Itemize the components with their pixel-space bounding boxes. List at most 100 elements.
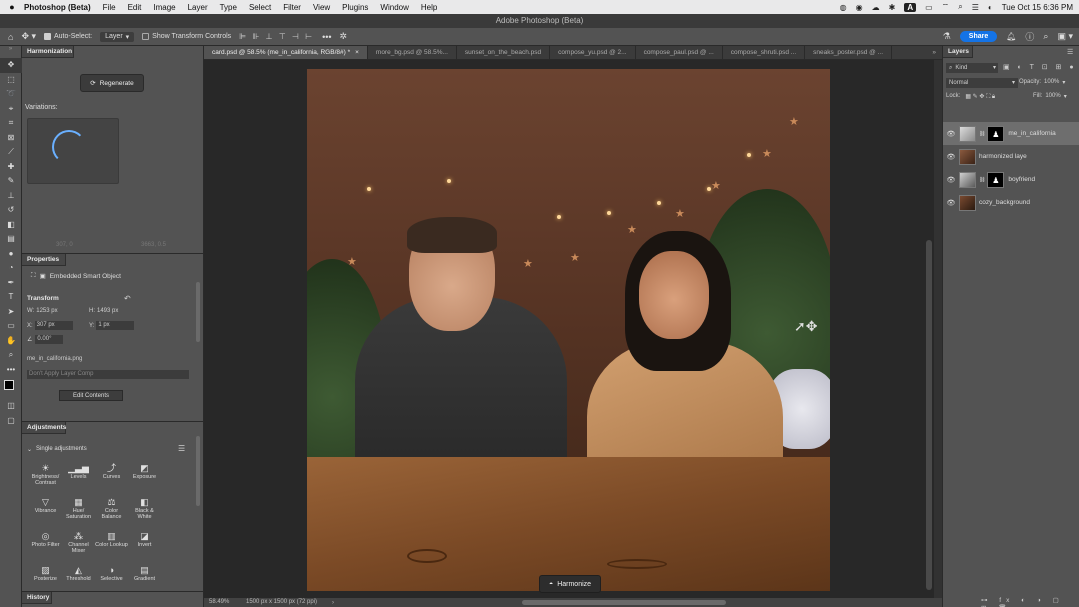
transform-controls-checkbox[interactable] [142, 33, 150, 40]
list-view-icon[interactable]: ☰ [178, 444, 185, 453]
bell-icon[interactable]: 🔔︎ [1006, 32, 1016, 41]
type-tool-icon[interactable]: T [0, 290, 22, 305]
foreground-color[interactable] [4, 380, 14, 390]
layer-comp-select[interactable]: Don't Apply Layer Comp [27, 370, 189, 379]
harmonize-button[interactable]: ◓ Harmonize [539, 575, 601, 593]
panel-menu-icon[interactable]: ☰ [1067, 48, 1073, 56]
adj-exposure[interactable]: ◩ Exposure [128, 462, 161, 496]
workspace-icon[interactable]: ▣ ▾ [1057, 31, 1073, 42]
wifi-icon[interactable]: ⌔ [942, 2, 950, 12]
home-icon[interactable]: ⌂ [8, 32, 13, 42]
opacity-field[interactable]: 100% [1044, 79, 1059, 86]
layer-row-me-in-california[interactable]: 👁︎ ⛓ ♟ me_in_california [943, 122, 1079, 145]
menu-image[interactable]: Image [153, 3, 175, 12]
document-size[interactable]: 1500 px x 1500 px (72 ppi) [246, 598, 317, 607]
status-chevron-icon[interactable]: › [332, 599, 334, 607]
settings-gear-icon[interactable]: ✲ [340, 31, 348, 42]
eye-icon[interactable]: 👁︎ [943, 130, 959, 138]
creative-cloud-icon[interactable]: ◍ [840, 3, 847, 12]
edit-contents-button[interactable]: Edit Contents [59, 390, 123, 401]
flask-icon[interactable]: ⚗ [943, 31, 951, 42]
lock-icons[interactable]: ▦ ✎ ✥ ⛶ 🔒︎ [965, 93, 995, 101]
tab-compose-paul[interactable]: compose_paul.psd @ ... [636, 46, 723, 59]
adj-photo-filter[interactable]: ◎ Photo Filter [29, 530, 62, 564]
spotlight-icon[interactable]: ⌕ [958, 2, 962, 12]
chevron-down-icon[interactable]: ▾ [1064, 93, 1067, 100]
pen-tool-icon[interactable]: ✒ [0, 276, 22, 291]
brush-tool-icon[interactable]: ✎ [0, 174, 22, 189]
tab-sneaks-poster[interactable]: sneaks_poster.psd @ ... [805, 46, 893, 59]
object-select-tool-icon[interactable]: ⌖ [0, 102, 22, 117]
adj-channel-mixer[interactable]: ⁂ Channel Mixer [62, 530, 95, 564]
gradient-tool-icon[interactable]: ▤ [0, 232, 22, 247]
stamp-tool-icon[interactable]: ⊥ [0, 189, 22, 204]
frame-tool-icon[interactable]: ⊠ [0, 131, 22, 146]
menu-edit[interactable]: Edit [128, 3, 142, 12]
tab-sunset-on-the-beach[interactable]: sunset_on_the_beach.psd [457, 46, 551, 59]
history-brush-icon[interactable]: ↺ [0, 203, 22, 218]
lasso-tool-icon[interactable]: ➰ [0, 87, 22, 102]
apple-icon[interactable]: ● [0, 2, 24, 12]
hand-tool-icon[interactable]: ✋ [0, 334, 22, 349]
path-select-icon[interactable]: ➤ [0, 305, 22, 320]
cloud-sync-icon[interactable]: ☁ [872, 3, 880, 12]
align-icons[interactable]: ⊫ ⊪ ⊥ ⊤ ⊣ ⊢ [239, 32, 314, 41]
vertical-scrollbar[interactable] [926, 240, 932, 590]
bluetooth-icon[interactable]: ✱ [889, 3, 896, 12]
height-field[interactable]: 1493 px [97, 308, 118, 314]
auto-select-checkbox[interactable] [44, 33, 51, 40]
app-menu[interactable]: Photoshop (Beta) [24, 3, 91, 12]
blend-mode-dropdown[interactable]: Normal ▾ [946, 78, 1018, 88]
clock[interactable]: Tue Oct 15 6:36 PM [1002, 3, 1073, 12]
tab-compose-yu[interactable]: compose_yu.psd @ 2... [550, 46, 636, 59]
variation-loading-tile[interactable] [27, 118, 119, 184]
canvas-area[interactable]: ★ ★ ★ ★ ★ ★ ★ ★ ➚✥ ◓ Harmonize [204, 60, 934, 598]
transform-controls-toggle[interactable]: Show Transform Controls [142, 33, 231, 40]
blur-tool-icon[interactable]: ● [0, 247, 22, 262]
adj-color-lookup[interactable]: ▥ Color Lookup [95, 530, 128, 564]
angle-field[interactable]: 0.00° [35, 335, 64, 344]
dodge-tool-icon[interactable]: ◔ [0, 261, 22, 276]
adj-brightness-contrast[interactable]: ☀ Brightness/ Contrast [29, 462, 62, 496]
menu-filter[interactable]: Filter [283, 3, 301, 12]
adj-invert[interactable]: ◪ Invert [128, 530, 161, 564]
history-panel-title[interactable]: History [22, 592, 52, 604]
layer-mask-thumbnail[interactable]: ♟ [987, 171, 1005, 188]
record-icon[interactable]: ◉ [856, 3, 863, 12]
ai-input-icon[interactable]: A [904, 2, 917, 12]
regenerate-button[interactable]: ⟳ Regenerate [80, 74, 144, 92]
healing-brush-icon[interactable]: ✚ [0, 160, 22, 175]
adj-color-balance[interactable]: ⚖ Color Balance [95, 496, 128, 530]
edit-toolbar-icon[interactable]: ••• [0, 363, 22, 378]
battery-icon[interactable]: ▭ [925, 3, 933, 12]
color-swatches[interactable] [0, 377, 21, 399]
shape-tool-icon[interactable]: ▭ [0, 319, 22, 334]
adj-levels[interactable]: ▁▃▅ Levels [62, 462, 95, 496]
move-tool-preset-icon[interactable]: ✥ ▾ [21, 31, 36, 42]
link-icon[interactable]: ⛓ [979, 177, 985, 183]
eye-icon[interactable]: 👁︎ [943, 176, 959, 184]
menu-help[interactable]: Help [421, 3, 437, 12]
menu-file[interactable]: File [103, 3, 116, 12]
menu-select[interactable]: Select [249, 3, 271, 12]
search-icon[interactable]: ⌕ [1043, 31, 1048, 42]
marquee-tool-icon[interactable]: ⬚ [0, 73, 22, 88]
horizontal-scrollbar[interactable] [522, 600, 726, 605]
tab-more-bg[interactable]: more_bg.psd @ 58.5%... [368, 46, 457, 59]
close-icon[interactable]: × [355, 46, 359, 59]
tab-card[interactable]: card.psd @ 58.5% (me_in_california, RGB/… [204, 46, 368, 59]
layer-mask-thumbnail[interactable]: ♟ [987, 125, 1005, 142]
siri-icon[interactable]: ◐ [988, 3, 993, 12]
adj-hue-saturation[interactable]: ▦ Hue/ Saturation [62, 496, 95, 530]
menu-type[interactable]: Type [220, 3, 237, 12]
adj-black-white[interactable]: ◧ Black & White [128, 496, 161, 530]
help-icon[interactable]: ⓘ [1025, 30, 1034, 43]
eraser-tool-icon[interactable]: ◧ [0, 218, 22, 233]
link-icon[interactable]: ⛓ [979, 131, 985, 137]
share-button[interactable]: Share [959, 31, 998, 42]
layer-row-boyfriend[interactable]: 👁︎ ⛓ ♟ boyfriend [943, 168, 1079, 191]
zoom-tool-icon[interactable]: ⌕ [0, 348, 22, 363]
layer-filter-icons[interactable]: ▣ ◐ T ⊡ ⊞ ● [1003, 63, 1077, 71]
eye-icon[interactable]: 👁︎ [943, 153, 959, 161]
fill-field[interactable]: 100% [1045, 93, 1060, 100]
